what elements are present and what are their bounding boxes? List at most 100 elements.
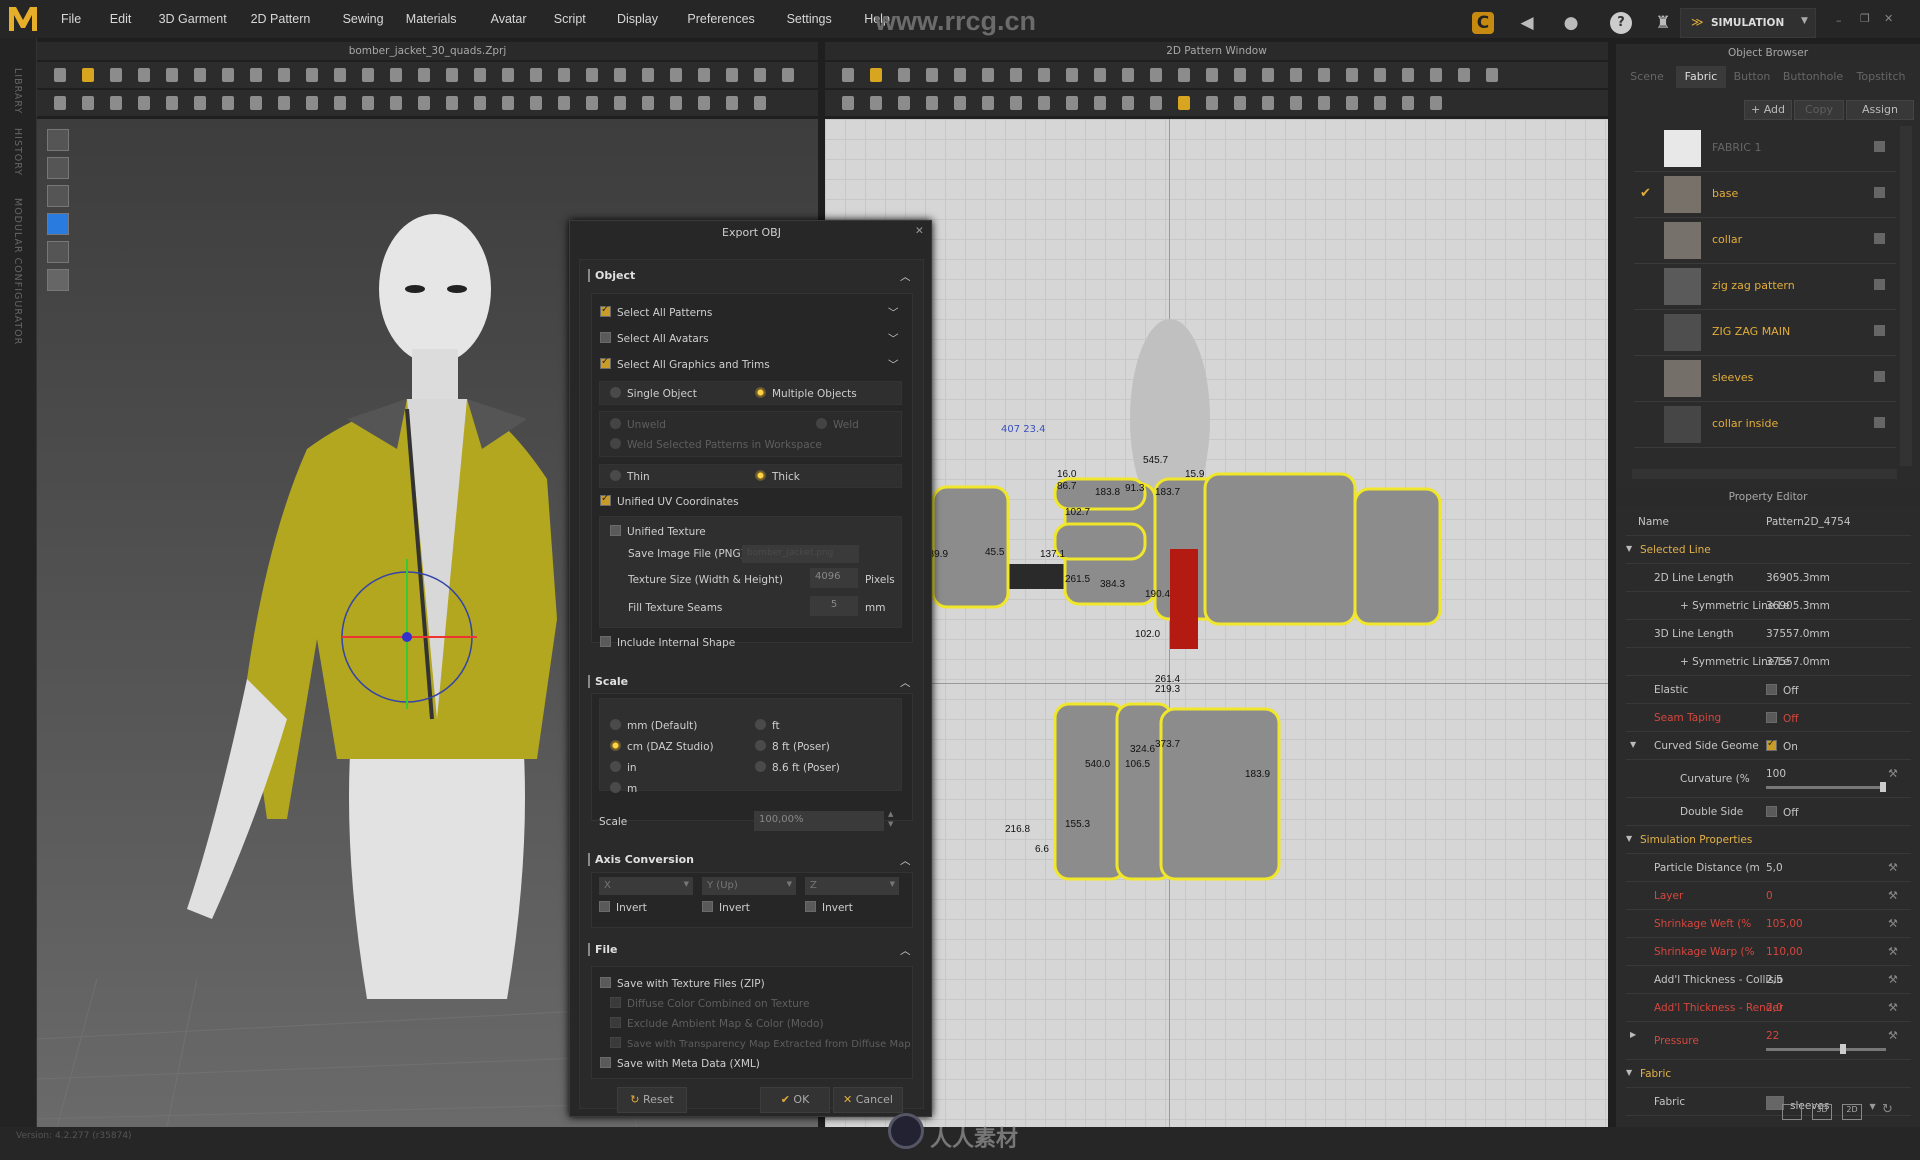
- thick-radio[interactable]: Thick: [755, 470, 800, 483]
- toolbar-tool-button[interactable]: [1425, 93, 1447, 113]
- toolbar-tool-button[interactable]: [77, 93, 99, 113]
- menu-3d-garment[interactable]: 3D Garment: [159, 12, 227, 26]
- property-toggle[interactable]: Off: [1766, 806, 1799, 819]
- toolbar-tool-button[interactable]: [189, 93, 211, 113]
- toolbar-tool-button[interactable]: [301, 65, 323, 85]
- single-object-radio[interactable]: Single Object: [610, 387, 697, 400]
- toolbar-tool-button[interactable]: [1173, 93, 1195, 113]
- slider-handle[interactable]: [1880, 782, 1886, 792]
- scale-unit-radio[interactable]: ft: [755, 719, 780, 732]
- wrench-icon[interactable]: ⚒: [1888, 1001, 1898, 1014]
- toolbar-tool-button[interactable]: [749, 65, 771, 85]
- select-all-graphics-checkbox[interactable]: Select All Graphics and Trims: [600, 356, 770, 371]
- toolbar-tool-button[interactable]: [273, 65, 295, 85]
- toolbar-tool-button[interactable]: [1257, 65, 1279, 85]
- toolbar-tool-button[interactable]: [217, 65, 239, 85]
- toolbar-tool-button[interactable]: [1369, 65, 1391, 85]
- toolbar-tool-button[interactable]: [893, 65, 915, 85]
- speaker-icon[interactable]: ◀: [1516, 12, 1538, 34]
- copy-fabric-button[interactable]: Copy: [1794, 100, 1844, 120]
- toolbar-tool-button[interactable]: [49, 65, 71, 85]
- collapse-arrow-icon[interactable]: ▼: [1626, 544, 1632, 553]
- save-meta-checkbox[interactable]: Save with Meta Data (XML): [600, 1057, 760, 1070]
- toolbar-tool-button[interactable]: [1089, 65, 1111, 85]
- tab-fabric[interactable]: Fabric: [1676, 66, 1726, 88]
- close-window-icon[interactable]: ✕: [1884, 12, 1893, 25]
- toolbar-tool-button[interactable]: [1313, 93, 1335, 113]
- cancel-button[interactable]: ✕ Cancel: [833, 1087, 903, 1113]
- property-slider[interactable]: [1766, 782, 1886, 792]
- toolbar-tool-button[interactable]: [497, 93, 519, 113]
- scale-unit-radio[interactable]: m: [610, 782, 637, 795]
- toolbar-tool-button[interactable]: [413, 65, 435, 85]
- toolbar-tool-button[interactable]: [1201, 65, 1223, 85]
- menu-edit[interactable]: Edit: [110, 12, 132, 26]
- toolbar-tool-button[interactable]: [921, 93, 943, 113]
- vertical-scrollbar[interactable]: [1900, 126, 1912, 466]
- toolbar-tool-button[interactable]: [133, 65, 155, 85]
- toolbar-tool-button[interactable]: [837, 93, 859, 113]
- toolbar-tool-button[interactable]: [105, 93, 127, 113]
- toolbar-tool-button[interactable]: [693, 65, 715, 85]
- scale-unit-radio[interactable]: 8.6 ft (Poser): [755, 761, 840, 774]
- viewport-2d[interactable]: 407 23.4 545.7 16.0 15.9 86.7 183.8 91.3 183.7…: [825, 119, 1608, 1127]
- toolbar-tool-button[interactable]: [1061, 65, 1083, 85]
- toolbar-tool-button[interactable]: [1453, 65, 1475, 85]
- minimize-icon[interactable]: –: [1836, 14, 1842, 27]
- slider-handle[interactable]: [1840, 1044, 1847, 1054]
- fabric-list-item[interactable]: sleeves: [1634, 356, 1896, 402]
- wrench-icon[interactable]: ⚒: [1888, 861, 1898, 874]
- toolbar-tool-button[interactable]: [133, 93, 155, 113]
- toolbar-tool-button[interactable]: [1285, 65, 1307, 85]
- toolbar-tool-button[interactable]: [1341, 93, 1363, 113]
- toolbar-tool-button[interactable]: [357, 93, 379, 113]
- select-all-patterns-checkbox[interactable]: Select All Patterns: [600, 304, 712, 319]
- chevron-down-icon[interactable]: ﹀: [888, 305, 899, 320]
- view-3d-button[interactable]: 3D: [1812, 1104, 1832, 1120]
- cloud-icon[interactable]: C: [1472, 12, 1494, 34]
- toolbar-tool-button[interactable]: [1229, 65, 1251, 85]
- fabric-save-icon[interactable]: [1874, 279, 1885, 290]
- fabric-list-item[interactable]: FABRIC 1: [1634, 126, 1896, 172]
- scale-unit-radio[interactable]: cm (DAZ Studio): [610, 740, 714, 753]
- toolbar-tool-button[interactable]: [301, 93, 323, 113]
- toolbar-tool-button[interactable]: [609, 65, 631, 85]
- collapse-scale-icon[interactable]: ︿: [900, 675, 911, 690]
- section-axis-header[interactable]: Axis Conversion: [588, 853, 694, 866]
- add-fabric-button[interactable]: + Add: [1744, 100, 1792, 120]
- fabric-list-item[interactable]: collar inside: [1634, 402, 1896, 448]
- wrench-icon[interactable]: ⚒: [1888, 945, 1898, 958]
- toolbar-tool-button[interactable]: [1229, 93, 1251, 113]
- toolbar-tool-button[interactable]: [497, 65, 519, 85]
- sidebar-tab-library[interactable]: LIBRARY: [12, 68, 23, 114]
- toolbar-tool-button[interactable]: [609, 93, 631, 113]
- property-toggle[interactable]: Off: [1766, 684, 1799, 697]
- toolbar-tool-button[interactable]: [77, 65, 99, 85]
- toolbar-tool-button[interactable]: [1173, 65, 1195, 85]
- toolbar-tool-button[interactable]: [865, 65, 887, 85]
- invert-checkbox[interactable]: Invert: [702, 901, 750, 914]
- toolbar-tool-button[interactable]: [189, 65, 211, 85]
- garment-add-icon[interactable]: ♜: [1652, 12, 1674, 34]
- property-section[interactable]: ▼ Selected Line: [1626, 536, 1911, 564]
- toolbar-tool-button[interactable]: [1369, 93, 1391, 113]
- toolbar-tool-button[interactable]: [949, 65, 971, 85]
- scale-stepper[interactable]: ▲ ▼: [888, 809, 893, 829]
- toolbar-tool-button[interactable]: [1061, 93, 1083, 113]
- refresh-icon[interactable]: ↻: [1882, 1102, 1893, 1117]
- toolbar-tool-button[interactable]: [1313, 65, 1335, 85]
- toolbar-tool-button[interactable]: [921, 65, 943, 85]
- toolbar-tool-button[interactable]: [1285, 93, 1307, 113]
- fabric-save-icon[interactable]: [1874, 417, 1885, 428]
- toolbar-tool-button[interactable]: [637, 65, 659, 85]
- wrench-icon[interactable]: ⚒: [1888, 889, 1898, 902]
- property-toggle[interactable]: On: [1766, 738, 1798, 753]
- ok-button[interactable]: ✔ OK: [760, 1087, 830, 1113]
- toolbar-tool-button[interactable]: [637, 93, 659, 113]
- toolbar-tool-button[interactable]: [217, 93, 239, 113]
- property-slider[interactable]: [1766, 1044, 1886, 1054]
- chevron-down-icon[interactable]: ﹀: [888, 331, 899, 346]
- axis-dropdown[interactable]: X ▼: [599, 877, 693, 895]
- toolbar-tool-button[interactable]: [385, 93, 407, 113]
- property-section[interactable]: ▼ Simulation Properties: [1626, 826, 1911, 854]
